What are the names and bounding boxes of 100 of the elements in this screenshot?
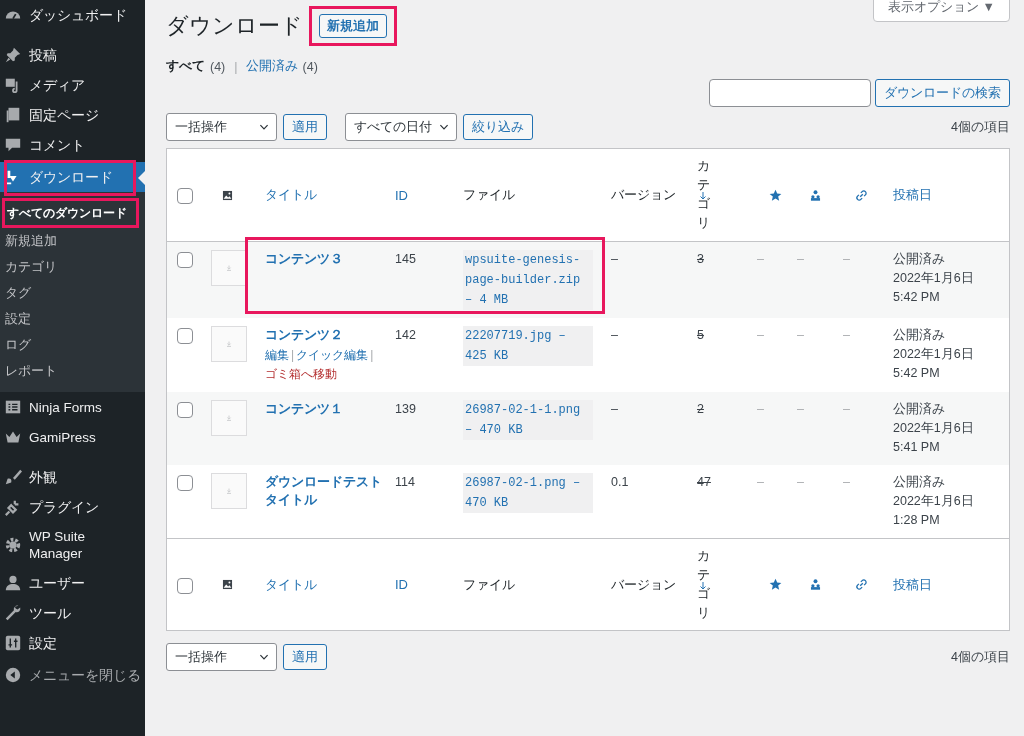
- page-title: ダウンロード: [166, 12, 303, 40]
- menu-item[interactable]: 投稿: [0, 40, 145, 70]
- column-header: ファイル: [463, 575, 515, 594]
- table-cell-text: –: [843, 474, 850, 491]
- column-header[interactable]: タイトル: [265, 575, 317, 594]
- column-header[interactable]: ID: [395, 577, 408, 593]
- post-title-link[interactable]: コンテンツ１: [265, 400, 343, 418]
- table-cell-text: 47: [697, 474, 711, 491]
- apply-button[interactable]: 適用: [283, 114, 327, 140]
- form-icon: [4, 398, 22, 416]
- column-header[interactable]: カテゴリ: [697, 547, 710, 623]
- submenu-item[interactable]: 新規追加: [0, 228, 145, 254]
- post-time: 5:41 PM: [893, 439, 940, 456]
- submenu-item[interactable]: カテゴリ: [0, 254, 145, 280]
- search-field[interactable]: [709, 79, 871, 107]
- menu-pointer-icon: [138, 171, 145, 185]
- checkbox[interactable]: [177, 475, 193, 491]
- table-cell-text: –: [797, 401, 804, 418]
- file-link[interactable]: 26987-02-1-1.png – 470 KB: [463, 400, 593, 440]
- row-action-link[interactable]: 編集: [265, 348, 289, 362]
- file-link[interactable]: 22207719.jpg – 425 KB: [463, 326, 593, 366]
- download-icon: [225, 264, 233, 272]
- link-icon: [855, 578, 868, 592]
- table-cell-text: –: [611, 401, 618, 418]
- post-date: 2022年1月6日: [893, 346, 974, 363]
- table-cell-text: –: [757, 327, 764, 344]
- dropdown[interactable]: すべての日付: [345, 113, 457, 141]
- column-header[interactable]: タイトル: [265, 186, 317, 204]
- menu-item[interactable]: Ninja Forms: [0, 392, 145, 422]
- menu-item[interactable]: ダッシュボード: [0, 0, 145, 30]
- filter-link[interactable]: 公開済み: [245, 58, 298, 75]
- menu-item[interactable]: ユーザー: [0, 568, 145, 598]
- file-link[interactable]: 26987-02-1.png – 470 KB: [463, 473, 593, 513]
- column-header[interactable]: ID: [395, 187, 408, 203]
- trash-link[interactable]: ゴミ箱へ移動: [265, 367, 337, 381]
- table-cell-text: –: [611, 327, 618, 344]
- submenu-item[interactable]: 設定: [0, 306, 145, 332]
- checkbox[interactable]: [177, 577, 193, 594]
- submenu-item[interactable]: レポート: [0, 358, 145, 384]
- apply-button[interactable]: 絞り込み: [463, 114, 533, 140]
- checkbox[interactable]: [177, 252, 193, 268]
- link-icon: [855, 188, 868, 202]
- menu-item[interactable]: コメント: [0, 130, 145, 160]
- post-time: 5:42 PM: [893, 365, 940, 382]
- menu-item[interactable]: メディア: [0, 70, 145, 100]
- menu-item[interactable]: 外観: [0, 462, 145, 492]
- filter-link[interactable]: すべて: [166, 58, 205, 75]
- checkbox[interactable]: [177, 188, 193, 204]
- sliders-icon: [4, 634, 22, 652]
- file-link[interactable]: wpsuite-genesis-page-builder.zip – 4 MB: [463, 250, 593, 310]
- users-icon: [809, 188, 822, 202]
- table-cell-text: –: [797, 251, 804, 268]
- post-time: 5:42 PM: [893, 289, 940, 306]
- separator-text: |: [291, 348, 295, 362]
- gear-icon: [4, 536, 22, 554]
- add-new-button[interactable]: 新規追加: [319, 14, 387, 38]
- menu-item[interactable]: ツール: [0, 598, 145, 628]
- post-status: 公開済み: [893, 327, 945, 344]
- screen-options-button[interactable]: 表示オプション ▼: [873, 0, 1010, 22]
- submenu-item[interactable]: すべてのダウンロード: [5, 201, 136, 225]
- collapse-icon: [4, 666, 22, 684]
- table-cell-text: 145: [395, 251, 416, 268]
- item-count: (4): [210, 59, 226, 74]
- row-action-link[interactable]: クイック編集: [296, 348, 369, 362]
- menu-item[interactable]: WP Suite Manager: [0, 522, 145, 568]
- dropdown[interactable]: 一括操作: [166, 113, 277, 141]
- table-cell-text: –: [757, 251, 764, 268]
- checkbox[interactable]: [177, 402, 193, 418]
- post-date: 2022年1月6日: [893, 420, 974, 437]
- item-count: 4個の項目: [951, 118, 1010, 136]
- dropdown[interactable]: 一括操作: [166, 643, 277, 672]
- post-title-link[interactable]: コンテンツ２: [265, 326, 343, 344]
- download-icon: [225, 487, 233, 495]
- post-title-link[interactable]: コンテンツ３: [265, 250, 343, 268]
- column-header: バージョン: [611, 575, 676, 594]
- paintbrush-icon: [4, 468, 22, 486]
- submenu-item[interactable]: ログ: [0, 332, 145, 358]
- menu-item[interactable]: 固定ページ: [0, 100, 145, 130]
- search-button[interactable]: ダウンロードの検索: [875, 79, 1010, 107]
- collapse-menu-link[interactable]: メニューを閉じる: [0, 660, 145, 690]
- post-title-link[interactable]: ダウンロードテストタイトル: [265, 473, 385, 509]
- post-date: 2022年1月6日: [893, 493, 974, 510]
- submenu-item[interactable]: タグ: [0, 280, 145, 306]
- table-cell-text: 5: [697, 327, 704, 344]
- menu-item[interactable]: GamiPress: [0, 422, 145, 452]
- column-header[interactable]: カテゴリ: [697, 157, 710, 233]
- download-icon: [225, 414, 233, 422]
- pages-icon: [4, 106, 22, 124]
- table-cell-text: 114: [395, 474, 415, 491]
- menu-item[interactable]: 設定: [0, 628, 145, 658]
- item-count: 4個の項目: [951, 648, 1010, 666]
- post-date: 2022年1月6日: [893, 270, 974, 287]
- column-header[interactable]: 投稿日: [893, 186, 932, 204]
- pushpin-icon: [4, 46, 22, 64]
- checkbox[interactable]: [177, 328, 193, 344]
- menu-item[interactable]: プラグイン: [0, 492, 145, 522]
- column-header[interactable]: 投稿日: [893, 575, 932, 594]
- table-cell-text: –: [757, 474, 764, 491]
- apply-button[interactable]: 適用: [283, 644, 327, 671]
- table-cell-text: 0.1: [611, 474, 629, 491]
